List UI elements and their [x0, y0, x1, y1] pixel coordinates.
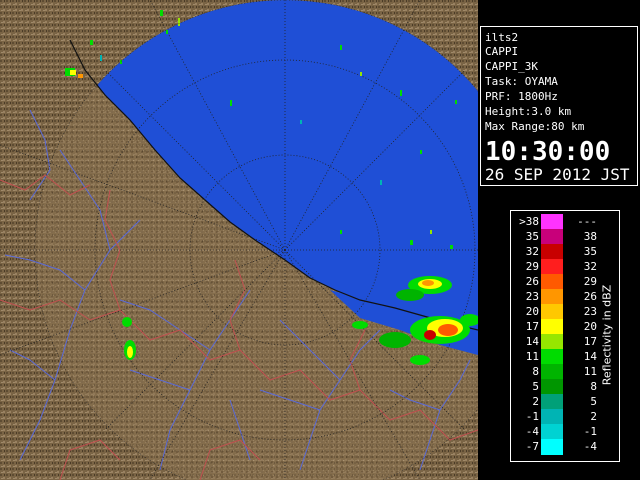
legend-row: 25	[511, 394, 607, 410]
legend-swatch	[541, 424, 563, 440]
reflectivity-legend: >38 --- 35 38 32 35 29 32 26 29 23 26 20 23 17 20 14 17 11…	[510, 210, 620, 462]
legend-low-value: 35	[525, 230, 539, 243]
radar-map	[0, 0, 478, 480]
legend-row: 14 17	[511, 334, 607, 350]
legend-low-value: -4	[525, 425, 539, 438]
legend-low-value: -7	[525, 440, 539, 453]
product-code: CAPPI_3K	[485, 60, 538, 73]
legend-low-value: 20	[525, 305, 539, 318]
legend-row: 35 38	[511, 229, 607, 245]
legend-high-value: 29	[583, 275, 597, 288]
legend-low-value: 29	[525, 260, 539, 273]
legend-swatch	[541, 214, 563, 230]
legend-swatch	[541, 229, 563, 245]
legend-high-value: 8	[590, 380, 597, 393]
legend-row: 17 20	[511, 319, 607, 335]
legend-low-value: 26	[525, 275, 539, 288]
legend-swatch	[541, 409, 563, 425]
legend-row: 8 11	[511, 364, 607, 380]
legend-low-value: 8	[532, 365, 539, 378]
legend-high-value: 2	[590, 410, 597, 423]
legend-high-value: ---	[577, 215, 597, 228]
legend-high-value: 35	[583, 245, 597, 258]
legend-row: 23 26	[511, 289, 607, 305]
legend-high-value: 17	[583, 335, 597, 348]
legend-high-value: 14	[583, 350, 597, 363]
legend-swatch	[541, 304, 563, 320]
legend-swatch	[541, 289, 563, 305]
legend-swatch	[541, 394, 563, 410]
legend-swatch	[541, 439, 563, 455]
legend-title: Reflectivity in dBZ	[600, 284, 614, 386]
legend-row: -4 -1	[511, 424, 607, 440]
legend-high-value: 32	[583, 260, 597, 273]
legend-low-value: 14	[525, 335, 539, 348]
legend-low-value: 5	[532, 380, 539, 393]
legend-low-value: 2	[532, 395, 539, 408]
legend-high-value: 11	[583, 365, 597, 378]
observation-time: 10:30:00	[485, 137, 611, 167]
legend-low-value: 32	[525, 245, 539, 258]
legend-row: 58	[511, 379, 607, 395]
legend-low-value: -1	[525, 410, 539, 423]
legend-swatch	[541, 244, 563, 260]
legend-low-value: >38	[519, 215, 539, 228]
legend-row: 11 14	[511, 349, 607, 365]
legend-swatch	[541, 349, 563, 365]
legend-row: 26 29	[511, 274, 607, 290]
legend-swatch	[541, 319, 563, 335]
legend-low-value: 11	[525, 350, 539, 363]
legend-high-value: 20	[583, 320, 597, 333]
legend-row: >38 ---	[511, 214, 607, 230]
legend-high-value: 5	[590, 395, 597, 408]
legend-high-value: 38	[583, 230, 597, 243]
prf-label: PRF: 1800Hz	[485, 90, 558, 103]
legend-low-value: 23	[525, 290, 539, 303]
legend-swatch	[541, 274, 563, 290]
legend-row: -1 2	[511, 409, 607, 425]
product-name: CAPPI	[485, 45, 519, 58]
legend-row: 32 35	[511, 244, 607, 260]
legend-swatch	[541, 379, 563, 395]
legend-low-value: 17	[525, 320, 539, 333]
legend-swatch	[541, 364, 563, 380]
legend-swatch	[541, 259, 563, 275]
height-label: Height:3.0 km	[485, 105, 572, 118]
legend-row: -7 -4	[511, 439, 607, 455]
station-name: ilts2	[485, 31, 519, 44]
legend-high-value: 23	[583, 305, 597, 318]
info-panel: ilts2 CAPPI CAPPI_3K Task: OYAMA PRF: 18…	[480, 26, 638, 186]
legend-high-value: -4	[583, 440, 597, 453]
legend-high-value: -1	[583, 425, 597, 438]
max-range-label: Max Range:80 km	[485, 120, 585, 133]
observation-date: 26 SEP 2012 JST	[485, 165, 630, 184]
legend-row: 20 23	[511, 304, 607, 320]
legend-high-value: 26	[583, 290, 597, 303]
legend-swatch	[541, 334, 563, 350]
legend-row: 29 32	[511, 259, 607, 275]
task-label: Task: OYAMA	[485, 75, 558, 88]
